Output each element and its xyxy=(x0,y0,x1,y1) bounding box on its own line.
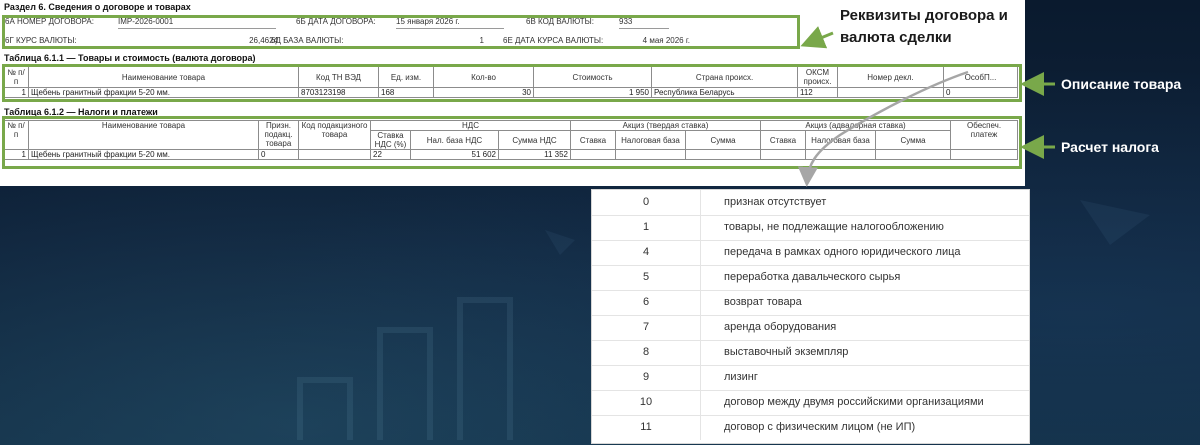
list-item: 9 лизинг xyxy=(592,365,1029,391)
code-value: 11 xyxy=(592,415,701,440)
code-value: 9 xyxy=(592,365,701,390)
code-description: лизинг xyxy=(724,371,758,383)
code-description: признак отсутствует xyxy=(724,196,827,208)
code-value: 1 xyxy=(592,215,701,240)
code-value: 4 xyxy=(592,240,701,265)
callout-contract: Реквизиты договора и валюта сделки xyxy=(840,7,1008,46)
list-item: 4 передача в рамках одного юридического … xyxy=(592,240,1029,266)
feature-codes-table: 0 признак отсутствует 1 товары, не подле… xyxy=(591,189,1030,444)
list-item: 8 выставочный экземпляр xyxy=(592,340,1029,366)
callout-tax: Расчет налога xyxy=(1061,139,1159,155)
arrow-feature-codes xyxy=(797,70,969,187)
code-description: товары, не подлежащие налогообложению xyxy=(724,221,944,233)
code-value: 10 xyxy=(592,390,701,415)
callout-description: Описание товара xyxy=(1061,76,1182,92)
code-description: выставочный экземпляр xyxy=(724,346,849,358)
code-value: 8 xyxy=(592,340,701,365)
list-item: 7 аренда оборудования xyxy=(592,315,1029,341)
code-description: договор с физическим лицом (не ИП) xyxy=(724,421,916,433)
list-item: 6 возврат товара xyxy=(592,290,1029,316)
list-item: 11 договор с физическим лицом (не ИП) xyxy=(592,415,1029,440)
list-item: 0 признак отсутствует xyxy=(592,190,1029,216)
code-description: аренда оборудования xyxy=(724,321,837,333)
list-item: 1 товары, не подлежащие налогообложению xyxy=(592,215,1029,241)
list-item: 10 договор между двумя российскими орган… xyxy=(592,390,1029,416)
code-value: 7 xyxy=(592,315,701,340)
code-description: возврат товара xyxy=(724,296,802,308)
code-description: переработка давальческого сырья xyxy=(724,271,901,283)
code-value: 6 xyxy=(592,290,701,315)
code-description: передача в рамках одного юридического ли… xyxy=(724,246,961,258)
code-description: договор между двумя российскими организа… xyxy=(724,396,984,408)
code-value: 0 xyxy=(592,190,701,215)
arrow-contract xyxy=(800,26,834,49)
code-value: 5 xyxy=(592,265,701,290)
list-item: 5 переработка давальческого сырья xyxy=(592,265,1029,291)
